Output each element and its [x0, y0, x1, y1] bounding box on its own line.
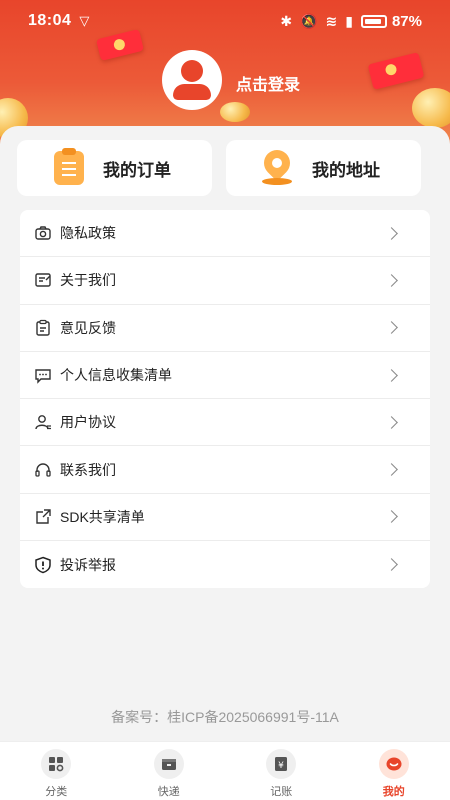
wifi-icon: ≋ — [325, 12, 338, 29]
my-address-card[interactable]: 我的地址 — [226, 140, 421, 196]
chevron-right-icon — [385, 463, 398, 476]
login-label[interactable]: 点击登录 — [236, 71, 300, 95]
grid-search-icon — [41, 749, 72, 779]
camera-icon — [34, 224, 52, 242]
chevron-right-icon — [385, 274, 398, 287]
menu-item-label: 联系我们 — [60, 461, 116, 478]
package-icon — [153, 749, 184, 779]
menu-item-feedback[interactable]: 意见反馈 — [20, 305, 430, 352]
chevron-right-icon — [385, 368, 398, 382]
battery-indicator: 87% — [360, 12, 422, 30]
menu-item-privacy-policy[interactable]: 隐私政策 — [20, 210, 430, 258]
chevron-right-icon — [385, 510, 398, 524]
vpn-shield-icon: ▽ — [79, 13, 90, 28]
chevron-right-icon — [385, 415, 398, 429]
tab-label: 快递 — [157, 786, 180, 798]
edit-note-icon — [34, 271, 52, 289]
bluetooth-icon: ✱ — [280, 12, 293, 29]
status-bar: 18:04 ▽ ✱ 🔕 ≋ ▮ 87% — [0, 0, 450, 42]
tab-label: 我的 — [382, 786, 405, 798]
user-icon — [34, 413, 52, 431]
red-envelope-icon — [367, 52, 425, 90]
chat-icon — [34, 366, 52, 384]
tab-express[interactable]: 快递 — [113, 742, 226, 800]
svg-text:¥: ¥ — [278, 761, 284, 771]
clipboard-icon — [51, 148, 87, 186]
tab-label: 记账 — [270, 786, 293, 798]
tab-mine[interactable]: 我的 — [338, 742, 450, 800]
menu-item-about-us[interactable]: 关于我们 — [20, 257, 430, 305]
tab-category[interactable]: 分类 — [0, 742, 113, 800]
alert-shield-icon — [34, 556, 52, 574]
settings-menu: 隐私政策 关于我们 意见反馈 个人信息收集清单 用户协议 联系我们 SDK共享清… — [20, 210, 430, 589]
login-area[interactable]: 点击登录 — [162, 50, 300, 110]
bottom-tab-bar: 分类 快递 ¥ 记账 我的 — [0, 741, 450, 800]
menu-item-label: 关于我们 — [60, 272, 116, 289]
tab-label: 分类 — [45, 786, 68, 798]
my-orders-label: 我的订单 — [103, 160, 171, 180]
chevron-right-icon — [385, 558, 398, 572]
coin-icon — [412, 88, 450, 128]
location-pin-icon — [258, 144, 296, 186]
menu-item-personal-info-list[interactable]: 个人信息收集清单 — [20, 352, 430, 400]
menu-item-label: 投诉举报 — [60, 556, 116, 573]
menu-item-user-agreement[interactable]: 用户协议 — [20, 399, 430, 447]
menu-item-label: 用户协议 — [60, 414, 116, 431]
tab-bookkeeping[interactable]: ¥ 记账 — [225, 742, 338, 800]
status-time: 18:04 — [28, 12, 72, 29]
yen-book-icon: ¥ — [266, 749, 297, 779]
menu-item-label: 隐私政策 — [60, 225, 116, 242]
headset-icon — [34, 461, 52, 479]
menu-item-label: 意见反馈 — [60, 319, 116, 336]
menu-item-label: 个人信息收集清单 — [60, 367, 172, 384]
avatar[interactable] — [162, 50, 222, 110]
icp-record: 备案号：桂ICP备2025066991号-11A — [111, 709, 339, 725]
chevron-right-icon — [385, 321, 398, 335]
signal-icon: ▮ — [345, 12, 353, 29]
battery-icon — [360, 14, 387, 28]
mute-bell-icon: 🔕 — [300, 12, 318, 29]
menu-item-contact-us[interactable]: 联系我们 — [20, 446, 430, 494]
profile-icon — [378, 749, 409, 779]
menu-item-complaint[interactable]: 投诉举报 — [20, 541, 430, 588]
my-address-label: 我的地址 — [312, 160, 380, 180]
my-orders-card[interactable]: 我的订单 — [17, 140, 212, 196]
menu-item-sdk-share-list[interactable]: SDK共享清单 — [20, 494, 430, 542]
share-icon — [34, 508, 52, 526]
clipboard-icon — [34, 319, 52, 337]
chevron-right-icon — [385, 226, 398, 240]
battery-percent: 87% — [391, 12, 422, 30]
menu-item-label: SDK共享清单 — [60, 508, 145, 525]
